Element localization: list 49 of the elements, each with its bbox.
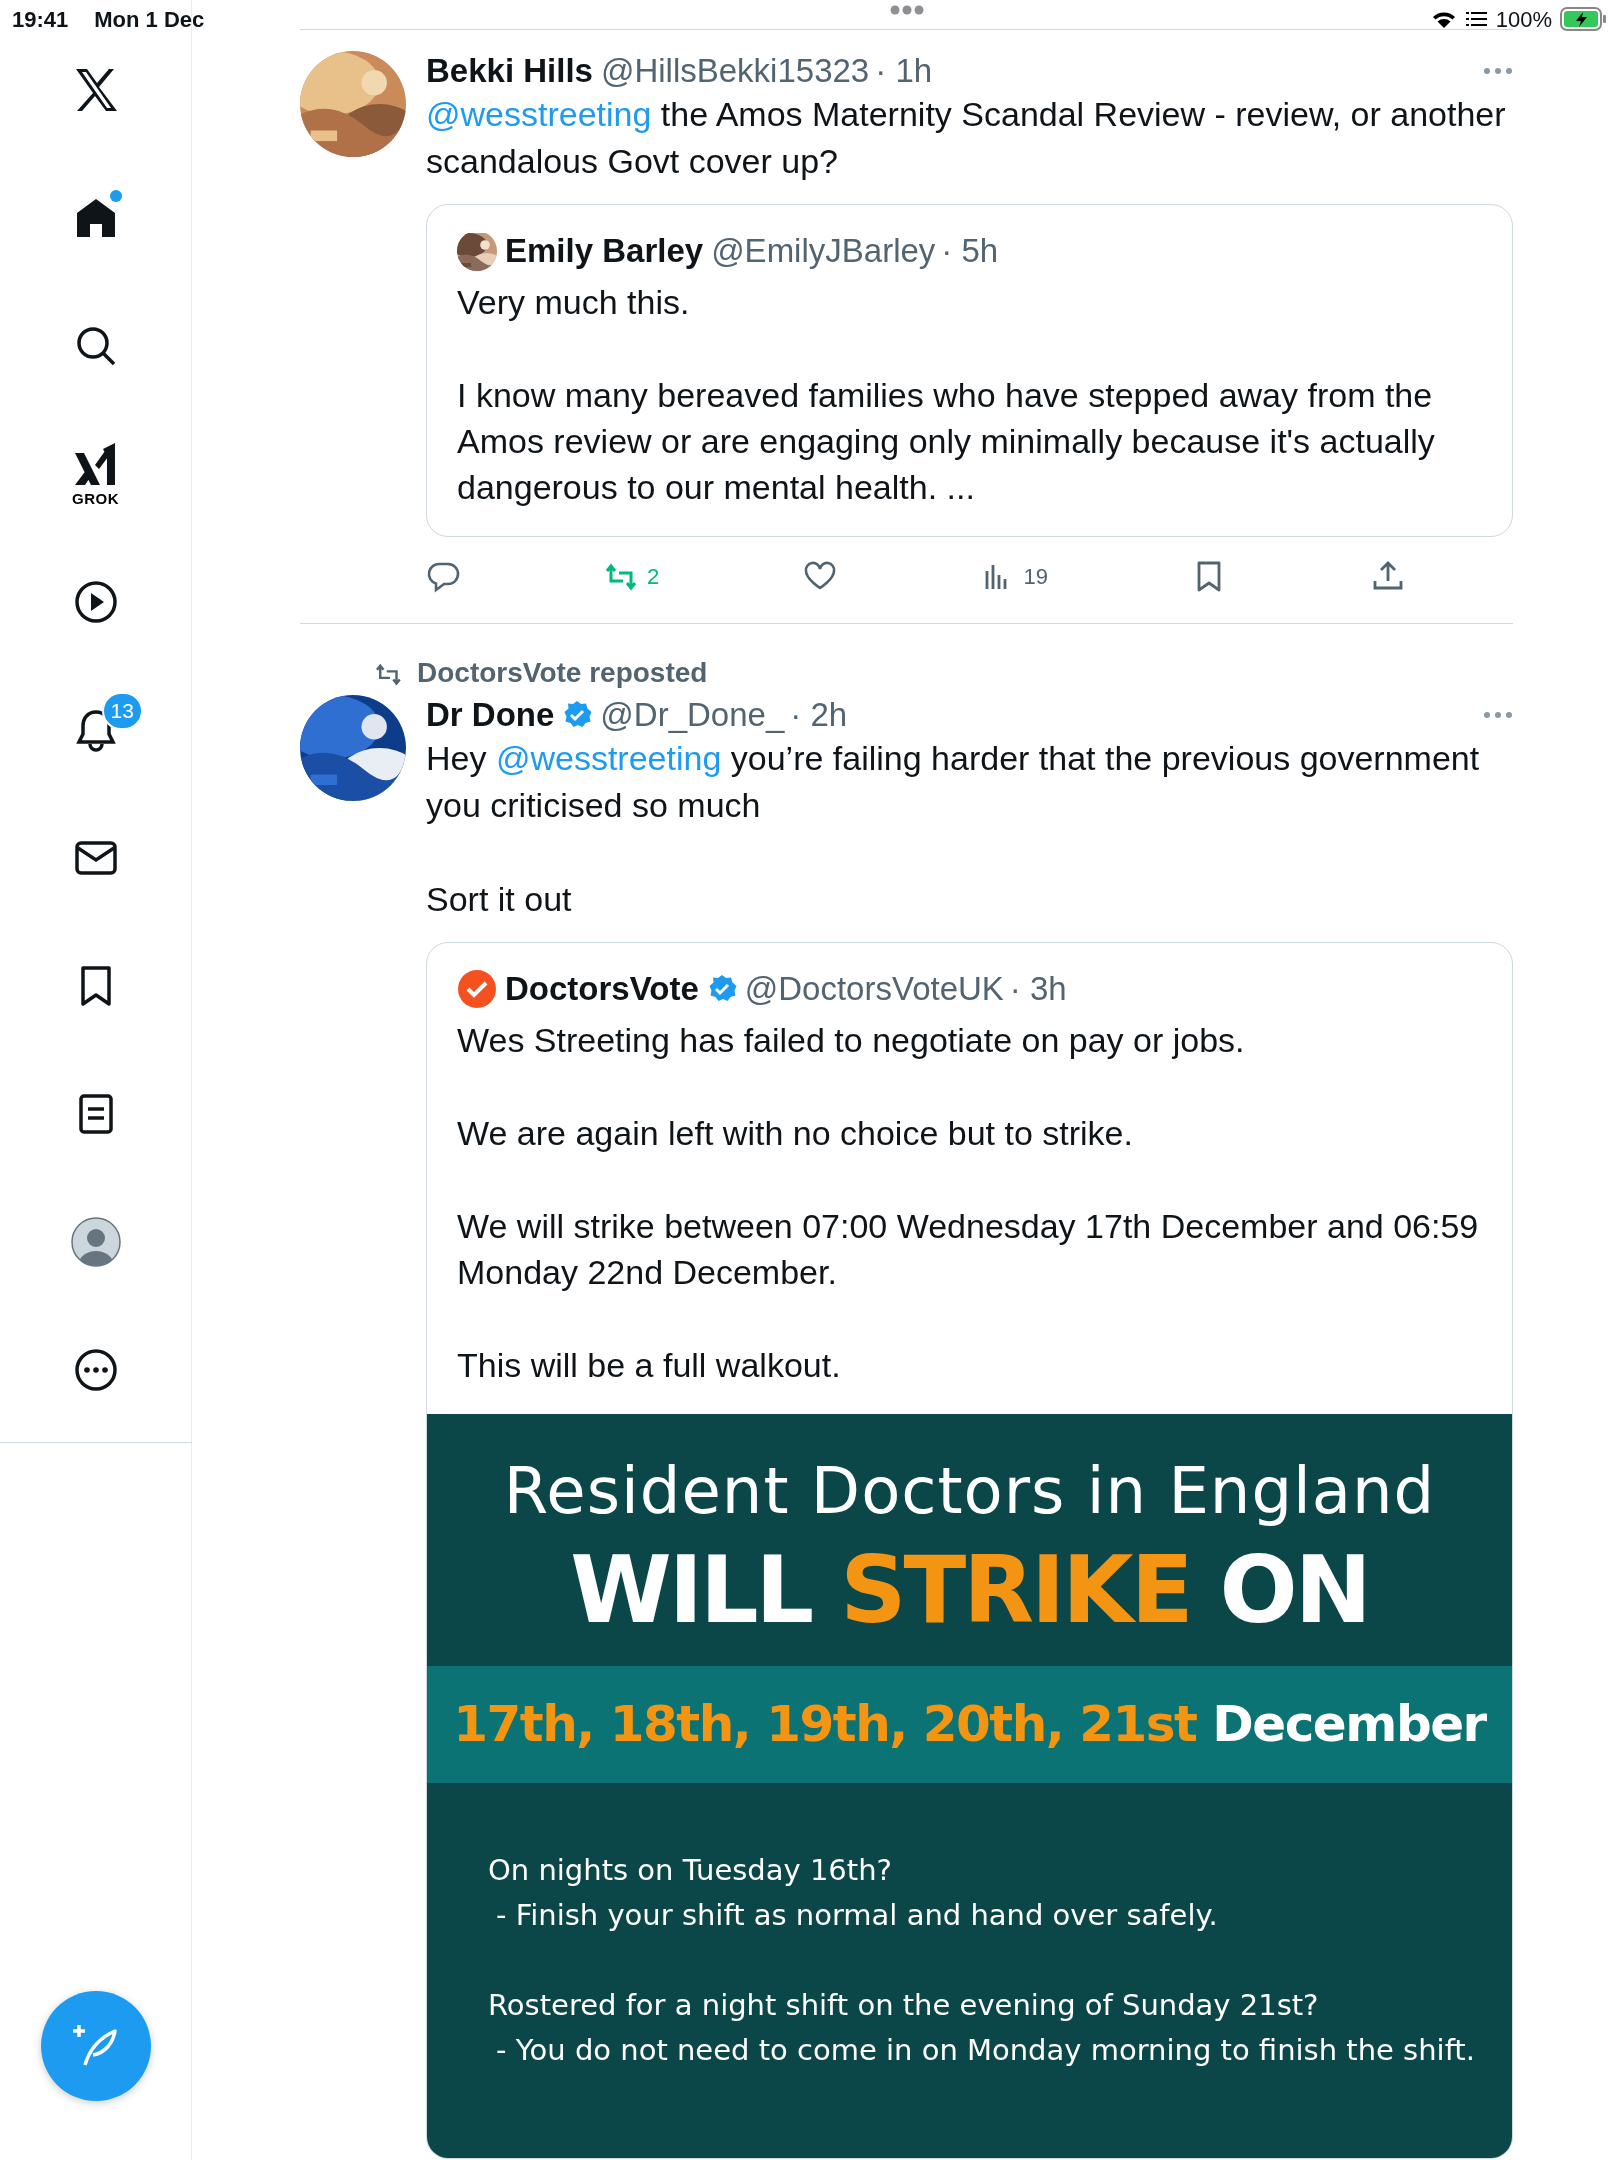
views-count: 19 bbox=[1023, 562, 1048, 591]
quoted-post-card[interactable] bbox=[426, 942, 1513, 2159]
grok-label: GROK bbox=[72, 490, 119, 506]
poster-answer: - You do not need to come in on Monday morning to finish the shift. bbox=[496, 2031, 1476, 2069]
author-name[interactable]: Bekki Hills bbox=[426, 51, 593, 91]
reposted-label[interactable]: DoctorsVote reposted bbox=[417, 652, 708, 694]
repost-count: 2 bbox=[647, 562, 660, 591]
author-name[interactable]: Emily Barley bbox=[505, 231, 704, 271]
list-icon bbox=[1465, 10, 1488, 28]
post-text: Sort it out bbox=[426, 879, 573, 920]
more-options-icon[interactable] bbox=[1483, 711, 1513, 719]
post-time[interactable]: · 3h bbox=[1009, 969, 1067, 1009]
post-time[interactable]: · 5h bbox=[941, 231, 999, 271]
avatar-icon[interactable] bbox=[70, 1217, 121, 1267]
notification-count: 13 bbox=[101, 692, 143, 730]
poster-title: WILL STRIKE ON bbox=[569, 1536, 1370, 1647]
more-options-icon[interactable] bbox=[1483, 67, 1513, 75]
strike-dates: 17th, 18th, 19th, 20th, 21st December bbox=[453, 1693, 1486, 1755]
poster-headline: Resident Doctors in England bbox=[502, 1453, 1437, 1527]
quoted-post-card[interactable] bbox=[426, 204, 1513, 537]
post-text: Hey @wesstreeting you’re failing harder that the previous government you criticised so much bbox=[426, 738, 1481, 826]
date-text: Mon 1 Dec bbox=[94, 5, 205, 34]
multitasking-handle-icon bbox=[889, 4, 924, 15]
post-time[interactable]: · 1h bbox=[875, 51, 933, 91]
clock-time: 19:41 bbox=[12, 5, 69, 34]
compose-button[interactable] bbox=[41, 1991, 151, 2101]
battery-percent: 100% bbox=[1495, 5, 1552, 34]
quoted-text: We are again left with no choice but to strike. bbox=[457, 1113, 1134, 1154]
author-handle[interactable]: @EmilyJBarley bbox=[711, 231, 936, 271]
more-icon[interactable] bbox=[73, 1348, 118, 1392]
poster-answer: - Finish your shift as normal and hand over safely. bbox=[496, 1896, 1219, 1934]
poster-question: On nights on Tuesday 16th? bbox=[488, 1851, 893, 1889]
post-text: @wesstreeting the Amos Maternity Scandal Review - review, or another scandalous Govt cover up? bbox=[426, 94, 1507, 182]
post-time[interactable]: · 2h bbox=[790, 695, 848, 735]
play-icon[interactable] bbox=[73, 580, 118, 624]
quoted-text: This will be a full walkout. bbox=[457, 1345, 842, 1386]
poster-question: Rostered for a night shift on the evening of Sunday 21st? bbox=[488, 1986, 1320, 2024]
grok-button[interactable]: GROK bbox=[72, 442, 119, 506]
author-name[interactable]: DoctorsVote bbox=[505, 969, 699, 1009]
views-button[interactable]: 19 bbox=[981, 559, 1048, 593]
quoted-text: I know many bereaved families who have stepped away from the Amos review or are engaging only minimally because it's actually dangerous to our mental health. ... bbox=[457, 375, 1436, 508]
check-logo-icon bbox=[457, 969, 497, 1009]
quoted-text: Wes Streeting has failed to negotiate on pay or jobs. bbox=[457, 1020, 1246, 1061]
author-handle[interactable]: @HillsBekki15323 bbox=[600, 51, 870, 91]
author-handle[interactable]: @Dr_Done_ bbox=[600, 695, 785, 735]
quoted-text: We will strike between 07:00 Wednesday 17th December and 06:59 Monday 22nd December. bbox=[457, 1206, 1480, 1293]
author-handle[interactable]: @DoctorsVoteUK bbox=[744, 969, 1004, 1009]
author-name[interactable]: Dr Done bbox=[426, 695, 555, 735]
quoted-text: Very much this. bbox=[457, 282, 691, 323]
